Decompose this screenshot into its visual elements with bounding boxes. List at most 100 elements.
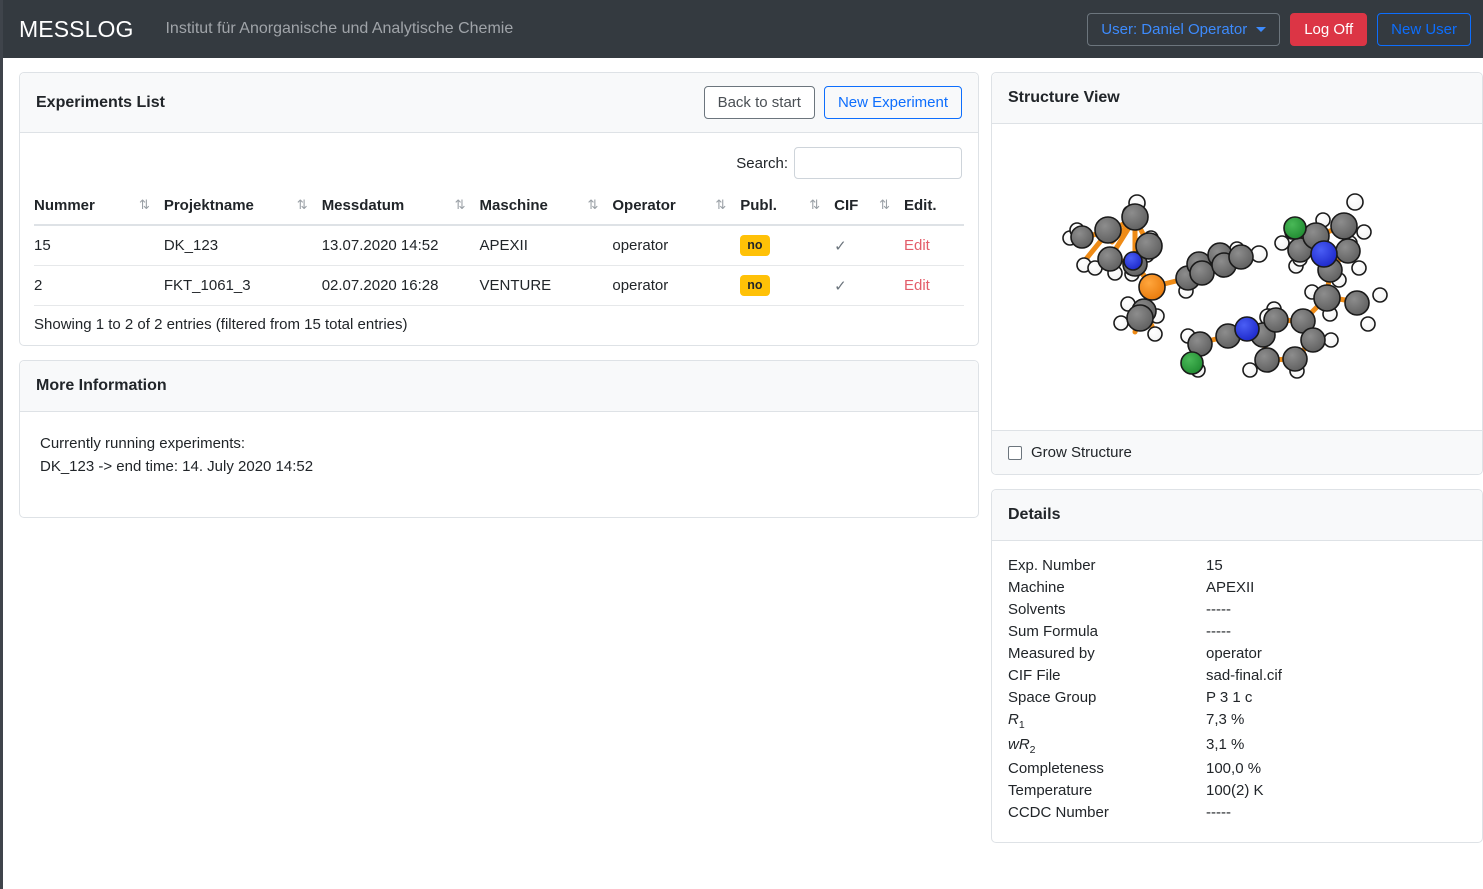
column-header-messdatum[interactable]: Messdatum ⇅ [321,189,480,226]
detail-value: ----- [1206,804,1231,822]
navbar-actions: User: Daniel Operator Log Off New User [1087,12,1471,46]
detail-row-cif-file: CIF File sad-final.cif [1008,665,1466,687]
column-header-edit: Edit. [904,189,964,226]
detail-row-completeness: Completeness 100,0 % [1008,758,1466,780]
cell-cif: ✓ [834,265,904,306]
detail-row-machine: Machine APEXII [1008,577,1466,599]
detail-value: sad-final.cif [1206,667,1282,685]
grow-structure-label: Grow Structure [1031,444,1132,461]
sort-icon[interactable]: ⇅ [455,197,480,213]
column-label: Operator [612,197,676,214]
edit-link[interactable]: Edit [904,237,930,254]
check-icon: ✓ [834,277,847,295]
column-header-operator[interactable]: Operator ⇅ [612,189,741,226]
details-header: Details [992,490,1482,541]
experiments-table-body: 15 DK_123 13.07.2020 14:52 APEXII operat… [34,225,964,306]
structure-view-header: Structure View [992,73,1482,124]
structure-view-title: Structure View [1008,89,1120,106]
log-off-button[interactable]: Log Off [1290,12,1368,46]
search-label: Search: [736,154,788,172]
app-brand[interactable]: MESSLOG [19,16,133,43]
experiments-table: Nummer ⇅ Projektname ⇅ Messdatum ⇅ Masch… [34,189,964,306]
sort-icon[interactable]: ⇅ [139,197,164,213]
column-header-cif[interactable]: CIF ⇅ [834,189,904,226]
detail-value: 3,1 % [1206,735,1245,753]
column-label: Nummer [34,197,95,214]
column-header-publ[interactable]: Publ. ⇅ [740,189,835,226]
details-card: Details Exp. Number 15 Machine APEXII So… [991,489,1483,844]
molecule-atoms [1062,193,1388,379]
edit-link[interactable]: Edit [904,277,930,294]
sort-icon[interactable]: ⇅ [297,197,322,213]
detail-key: Measured by [1008,645,1095,663]
table-row[interactable]: 15 DK_123 13.07.2020 14:52 APEXII operat… [34,225,964,266]
top-navbar: MESSLOG Institut für Anorganische und An… [3,0,1483,58]
detail-row-wr2: wR2 3,1 % [1008,734,1466,758]
user-dropdown-button[interactable]: User: Daniel Operator [1087,12,1281,46]
detail-key: Space Group [1008,689,1097,707]
cell-operator: operator [612,265,741,306]
column-label: Messdatum [321,197,405,214]
cell-projektname: DK_123 [163,225,322,266]
detail-value: ----- [1206,601,1231,619]
more-information-body: Currently running experiments: DK_123 ->… [20,412,978,517]
detail-row-space-group: Space Group P 3 1 c [1008,687,1466,709]
cell-messdatum: 13.07.2020 14:52 [321,225,480,266]
column-label: Projektname [163,197,254,214]
detail-value: ----- [1206,623,1231,641]
status-badge: no [740,275,770,296]
column-header-maschine[interactable]: Maschine ⇅ [479,189,613,226]
experiments-list-card: Experiments List Back to start New Exper… [19,72,979,346]
details-body: Exp. Number 15 Machine APEXII Solvents -… [992,541,1482,842]
new-user-button[interactable]: New User [1377,12,1471,46]
new-experiment-button[interactable]: New Experiment [823,86,962,119]
cell-edit: Edit [904,225,964,266]
cell-nummer: 2 [34,265,164,306]
more-information-card: More Information Currently running exper… [19,360,979,518]
structure-viewer[interactable] [992,124,1482,430]
structure-view-card: Structure View Grow Structure [991,72,1483,475]
detail-key: Completeness [1008,760,1104,778]
detail-row-temperature: Temperature 100(2) K [1008,780,1466,802]
sort-icon[interactable]: ⇅ [879,197,904,213]
experiments-card-actions: Back to start New Experiment [703,86,962,119]
cell-messdatum: 02.07.2020 16:28 [321,265,480,306]
cell-maschine: VENTURE [479,265,613,306]
cell-nummer: 15 [34,225,164,266]
experiments-table-head: Nummer ⇅ Projektname ⇅ Messdatum ⇅ Masch… [34,189,964,226]
cell-publ: no [740,225,835,266]
detail-value: operator [1206,645,1262,663]
detail-key: R1 [1008,711,1025,732]
column-header-projektname[interactable]: Projektname ⇅ [163,189,322,226]
details-title: Details [1008,506,1061,523]
detail-value: APEXII [1206,579,1255,597]
detail-row-sum-formula: Sum Formula ----- [1008,621,1466,643]
column-label: Edit. [904,197,937,214]
main-content: Experiments List Back to start New Exper… [3,58,1483,857]
sort-icon[interactable]: ⇅ [587,197,612,213]
chevron-down-icon [1256,26,1267,32]
right-column: Structure View Grow Structure Details Ex… [991,72,1483,857]
more-information-title: More Information [36,377,167,394]
detail-key: Exp. Number [1008,557,1096,574]
user-dropdown-label: User: Daniel Operator [1101,20,1248,38]
detail-key: wR2 [1008,735,1036,756]
table-row[interactable]: 2 FKT_1061_3 02.07.2020 16:28 VENTURE op… [34,265,964,306]
detail-value: P 3 1 c [1206,689,1253,707]
search-input[interactable] [794,147,962,179]
molecule-structure-svg[interactable] [992,124,1482,430]
cell-projektname: FKT_1061_3 [163,265,322,306]
column-header-nummer[interactable]: Nummer ⇅ [34,189,164,226]
table-info-text: Showing 1 to 2 of 2 entries (filtered fr… [34,316,408,333]
detail-key: CCDC Number [1008,804,1109,822]
detail-value: 100,0 % [1206,760,1262,778]
detail-key: Machine [1008,579,1065,597]
sort-icon[interactable]: ⇅ [809,197,834,213]
back-to-start-button[interactable]: Back to start [703,86,815,119]
detail-value: 100(2) K [1206,782,1264,800]
app-root: MESSLOG Institut für Anorganische und An… [0,0,1483,889]
grow-structure-checkbox[interactable] [1008,445,1022,460]
detail-key: Temperature [1008,782,1093,800]
detail-row-exp-number: Exp. Number 15 [1008,555,1466,577]
sort-icon[interactable]: ⇅ [715,197,740,213]
